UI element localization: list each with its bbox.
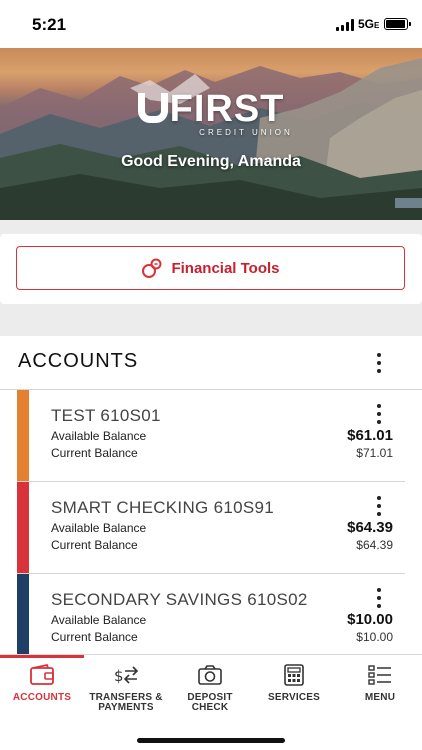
account-name: TEST 610S01 [51, 406, 161, 425]
logo-subtitle: CREDIT UNION [199, 128, 293, 137]
camera-icon [198, 665, 222, 685]
available-balance-value: $10.00 [347, 611, 393, 628]
tools-area: Financial Tools [0, 220, 422, 336]
calculator-icon [284, 664, 304, 686]
network-label: 5GE [358, 17, 380, 31]
current-balance-label: Current Balance [51, 538, 138, 552]
logo: FIRST CREDIT UNION [0, 90, 422, 137]
financial-tools-label: Financial Tools [171, 259, 280, 277]
signal-icon [336, 19, 356, 31]
available-balance-value: $61.01 [347, 427, 393, 444]
greeting: Good Evening, Amanda [121, 153, 301, 170]
status-time: 5:21 [32, 15, 67, 34]
available-balance-value: $64.39 [347, 519, 393, 536]
current-balance-label: Current Balance [51, 630, 138, 644]
account-name: SECONDARY SAVINGS 610S02 [51, 590, 308, 609]
accounts-title: ACCOUNTS [18, 350, 139, 372]
coins-icon [142, 258, 162, 278]
available-balance-label: Available Balance [51, 429, 147, 443]
nav-active-indicator [0, 655, 84, 658]
available-balance-label: Available Balance [51, 613, 147, 627]
account-more-icon[interactable] [376, 586, 382, 610]
u-logo-icon [137, 93, 168, 123]
nav-deposit-check[interactable]: DEPOSIT CHECK [168, 663, 252, 713]
nav-deposit-label: DEPOSIT CHECK [187, 692, 233, 713]
nav-menu[interactable]: MENU [338, 663, 422, 703]
home-indicator[interactable] [137, 738, 285, 743]
accounts-panel: ACCOUNTS TEST 610S01 Available Balance C… [0, 336, 422, 654]
status-bar: 5:21 5GE [0, 0, 422, 48]
current-balance-value: $71.01 [356, 446, 393, 460]
account-row-smart-checking[interactable]: SMART CHECKING 610S91 Available Balance … [17, 482, 405, 574]
menu-list-icon [368, 665, 391, 685]
current-balance-value: $10.00 [356, 630, 393, 644]
accounts-more-icon[interactable] [376, 351, 382, 375]
account-row-secondary-savings[interactable]: SECONDARY SAVINGS 610S02 Available Balan… [17, 574, 405, 654]
wallet-icon [30, 663, 54, 685]
nav-transfers-label: TRANSFERS & PAYMENTS [89, 692, 163, 713]
account-color-stripe [17, 482, 29, 573]
svg-text:$: $ [114, 667, 124, 685]
battery-icon [384, 18, 411, 30]
logo-main: FIRST [169, 88, 285, 130]
account-color-stripe [17, 390, 29, 481]
nav-services[interactable]: SERVICES [252, 663, 336, 703]
nav-accounts-label: ACCOUNTS [12, 692, 72, 703]
transfer-icon: $ [114, 666, 139, 685]
account-name: SMART CHECKING 610S91 [51, 498, 274, 517]
financial-tools-button[interactable]: Financial Tools [16, 246, 405, 290]
account-more-icon[interactable] [376, 402, 382, 426]
available-balance-label: Available Balance [51, 521, 147, 535]
nav-transfers-payments[interactable]: $ TRANSFERS & PAYMENTS [84, 663, 168, 713]
nav-accounts[interactable]: ACCOUNTS [0, 663, 84, 703]
account-color-stripe [17, 574, 29, 654]
account-more-icon[interactable] [376, 494, 382, 518]
bottom-nav: ACCOUNTS $ TRANSFERS & PAYMENTS DEPOSIT CH… [0, 654, 422, 750]
hero-banner: FIRST CREDIT UNION Good Evening, Amanda [0, 48, 422, 220]
nav-services-label: SERVICES [268, 692, 320, 703]
current-balance-label: Current Balance [51, 446, 138, 460]
current-balance-value: $64.39 [356, 538, 393, 552]
nav-menu-label: MENU [364, 692, 396, 703]
account-row-test[interactable]: TEST 610S01 Available Balance Current Ba… [17, 390, 405, 482]
accounts-header: ACCOUNTS [0, 336, 422, 390]
